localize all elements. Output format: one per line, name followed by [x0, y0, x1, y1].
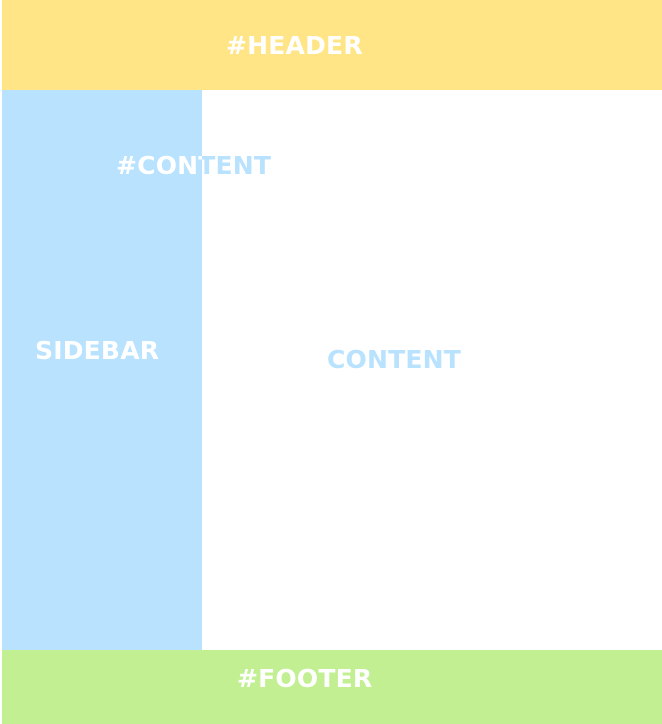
content-id-label-text-overflow: #CONTENT: [202, 151, 272, 180]
sidebar-label: SIDEBAR: [35, 336, 160, 365]
content-id-label-text: #CONTENT: [116, 151, 202, 180]
header-label: #HEADER: [226, 31, 363, 60]
content-id-label-over-content: #CONTENT: [202, 151, 296, 183]
content-label: CONTENT: [327, 345, 462, 374]
content-id-label-over-sidebar: #CONTENT: [116, 151, 202, 183]
footer-label: #FOOTER: [237, 664, 373, 693]
layout-diagram: #HEADER SIDEBAR CONTENT #FOOTER #CON TENT…: [0, 0, 662, 724]
content-id-label: #CONTENT #CONTENT: [116, 151, 296, 183]
